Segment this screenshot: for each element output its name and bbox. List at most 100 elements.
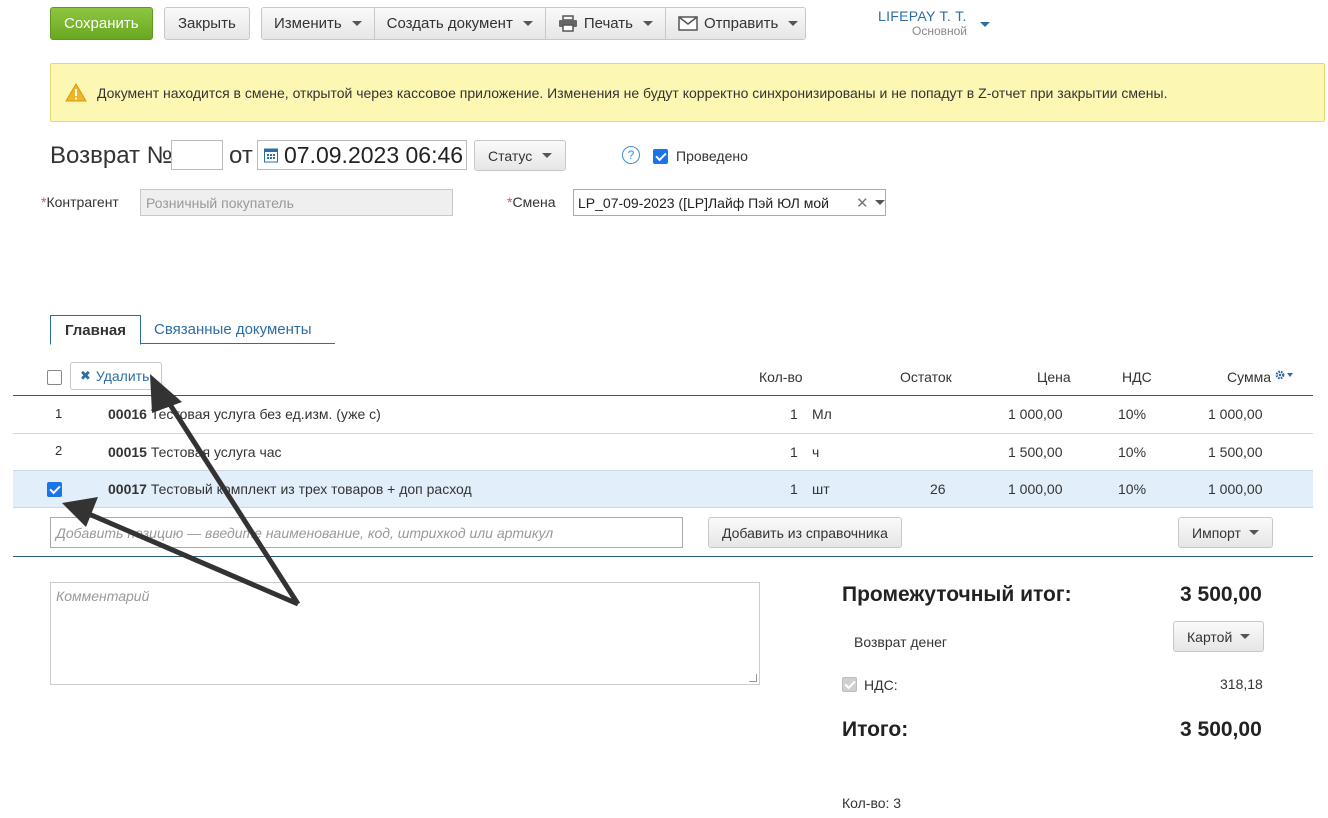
chevron-down-icon — [351, 21, 362, 26]
total-value: 3 500,00 — [1180, 718, 1262, 741]
add-position-placeholder: Добавить позицию — введите наименование,… — [56, 524, 554, 541]
chevron-down-icon[interactable] — [874, 200, 885, 205]
counterparty-input[interactable]: Розничный покупатель — [140, 189, 453, 216]
column-price: Цена — [1037, 369, 1071, 385]
chevron-down-icon — [980, 22, 990, 27]
counterparty-placeholder: Розничный покупатель — [146, 194, 294, 211]
table-header-divider — [13, 395, 1313, 396]
comment-textarea[interactable]: Комментарий — [50, 582, 760, 685]
refund-label: Возврат денег — [854, 634, 947, 650]
chevron-down-icon — [542, 153, 553, 158]
item-vat: 10% — [1118, 406, 1147, 422]
chevron-down-icon — [1248, 530, 1259, 535]
warning-icon — [65, 83, 87, 102]
item-sum: 1 000,00 — [1208, 406, 1263, 422]
user-role: Основной — [912, 24, 968, 38]
envelope-icon — [678, 16, 698, 31]
comment-placeholder: Комментарий — [56, 588, 150, 604]
counterparty-label: Контрагент — [46, 194, 119, 210]
create-document-button[interactable]: Создать документ — [374, 8, 546, 39]
column-sum: Сумма — [1227, 369, 1271, 385]
document-number-input[interactable] — [171, 140, 223, 170]
shift-warning-banner: Документ находится в смене, открытой чер… — [50, 63, 1325, 122]
gear-icon[interactable] — [1275, 370, 1295, 381]
chevron-down-icon — [788, 21, 799, 26]
refund-method-dropdown[interactable]: Картой — [1173, 621, 1265, 652]
delete-button[interactable]: ✖ Удалить — [70, 362, 162, 390]
item-price[interactable]: 1 000,00 — [1008, 481, 1063, 497]
import-button[interactable]: Импорт — [1178, 517, 1273, 548]
item-name: Тестовый комплект из трех товаров + доп … — [150, 481, 472, 497]
column-stock: Остаток — [900, 369, 952, 385]
delete-label: Удалить — [95, 368, 150, 384]
table-row[interactable]: 00016 Тестовая услуга без ед.изм. (уже с… — [108, 406, 381, 422]
table-row[interactable]: 00017 Тестовый комплект из трех товаров … — [108, 481, 472, 497]
subtotal-value: 3 500,00 — [1180, 583, 1262, 606]
close-button[interactable]: Закрыть — [164, 7, 250, 40]
document-title: Возврат № — [50, 142, 173, 169]
shift-value: LP_07-09-2023 ([LP]Лайф Пэй ЮЛ мой — [578, 194, 829, 211]
item-code: 00015 — [108, 444, 147, 460]
vat-label: НДС: — [864, 677, 898, 693]
edit-label: Изменить — [274, 15, 342, 32]
help-icon[interactable]: ? — [622, 146, 640, 164]
vat-value: 318,18 — [1220, 676, 1263, 692]
table-footer-divider — [13, 556, 1313, 557]
chevron-down-icon — [522, 21, 533, 26]
print-button[interactable]: Печать — [545, 8, 666, 39]
item-name: Тестовая услуга час — [150, 444, 282, 460]
save-label: Сохранить — [64, 15, 139, 32]
item-qty[interactable]: 1 — [790, 406, 798, 422]
table-row[interactable]: 00015 Тестовая услуга час — [108, 444, 282, 460]
document-date-input[interactable]: 07.09.2023 06:46 — [257, 140, 467, 170]
edit-button[interactable]: Изменить — [262, 8, 375, 39]
send-label: Отправить — [703, 15, 779, 32]
row-checkbox[interactable] — [47, 482, 62, 497]
shift-select[interactable]: LP_07-09-2023 ([LP]Лайф Пэй ЮЛ мой ✕ — [573, 189, 886, 216]
add-position-input[interactable]: Добавить позицию — введите наименование,… — [50, 517, 683, 548]
resize-handle-icon[interactable] — [749, 674, 757, 682]
posted-checkbox[interactable] — [653, 149, 668, 164]
vat-checkbox[interactable] — [842, 677, 857, 692]
action-button-group: Изменить Создать документ Печать Отправи… — [261, 7, 806, 40]
status-dropdown[interactable]: Статус — [474, 140, 567, 171]
import-label: Импорт — [1192, 524, 1241, 541]
column-qty: Кол-во — [759, 369, 803, 385]
select-all-checkbox[interactable] — [47, 370, 62, 385]
total-label: Итого: — [842, 718, 909, 741]
save-button[interactable]: Сохранить — [50, 7, 153, 40]
tab-main[interactable]: Главная — [50, 315, 141, 345]
item-name: Тестовая услуга без ед.изм. (уже с) — [150, 406, 381, 422]
item-sum: 1 000,00 — [1208, 481, 1263, 497]
subtotal-label: Промежуточный итог: — [842, 583, 1072, 606]
item-unit: шт — [812, 481, 830, 497]
shift-label-wrap: *Смена — [507, 194, 556, 210]
item-code: 00017 — [108, 481, 147, 497]
warning-text: Документ находится в смене, открытой чер… — [97, 84, 1168, 101]
close-icon: ✖ — [80, 368, 91, 383]
row-number: 1 — [55, 406, 63, 421]
user-menu[interactable]: LIFEPAY Т. Т. Основной — [878, 8, 998, 38]
item-count: Кол-во: 3 — [842, 795, 902, 811]
item-qty[interactable]: 1 — [790, 481, 798, 497]
close-label: Закрыть — [178, 15, 236, 32]
item-vat: 10% — [1118, 444, 1147, 460]
row-number: 2 — [55, 443, 63, 458]
item-code: 00016 — [108, 406, 147, 422]
item-price[interactable]: 1 500,00 — [1008, 444, 1063, 460]
status-label: Статус — [488, 147, 533, 164]
send-button[interactable]: Отправить — [665, 8, 805, 39]
add-from-catalog-button[interactable]: Добавить из справочника — [708, 517, 902, 548]
item-qty[interactable]: 1 — [790, 444, 798, 460]
item-stock: 26 — [930, 481, 946, 497]
tab-related-documents[interactable]: Связанные документы — [154, 321, 312, 338]
from-label: от — [229, 142, 253, 169]
posted-label: Проведено — [676, 148, 748, 164]
item-unit: ч — [812, 444, 820, 460]
clear-icon[interactable]: ✕ — [856, 194, 869, 212]
item-unit: Мл — [812, 406, 832, 422]
row-divider — [13, 433, 1313, 434]
row-divider — [13, 507, 1313, 508]
item-sum: 1 500,00 — [1208, 444, 1263, 460]
item-price[interactable]: 1 000,00 — [1008, 406, 1063, 422]
